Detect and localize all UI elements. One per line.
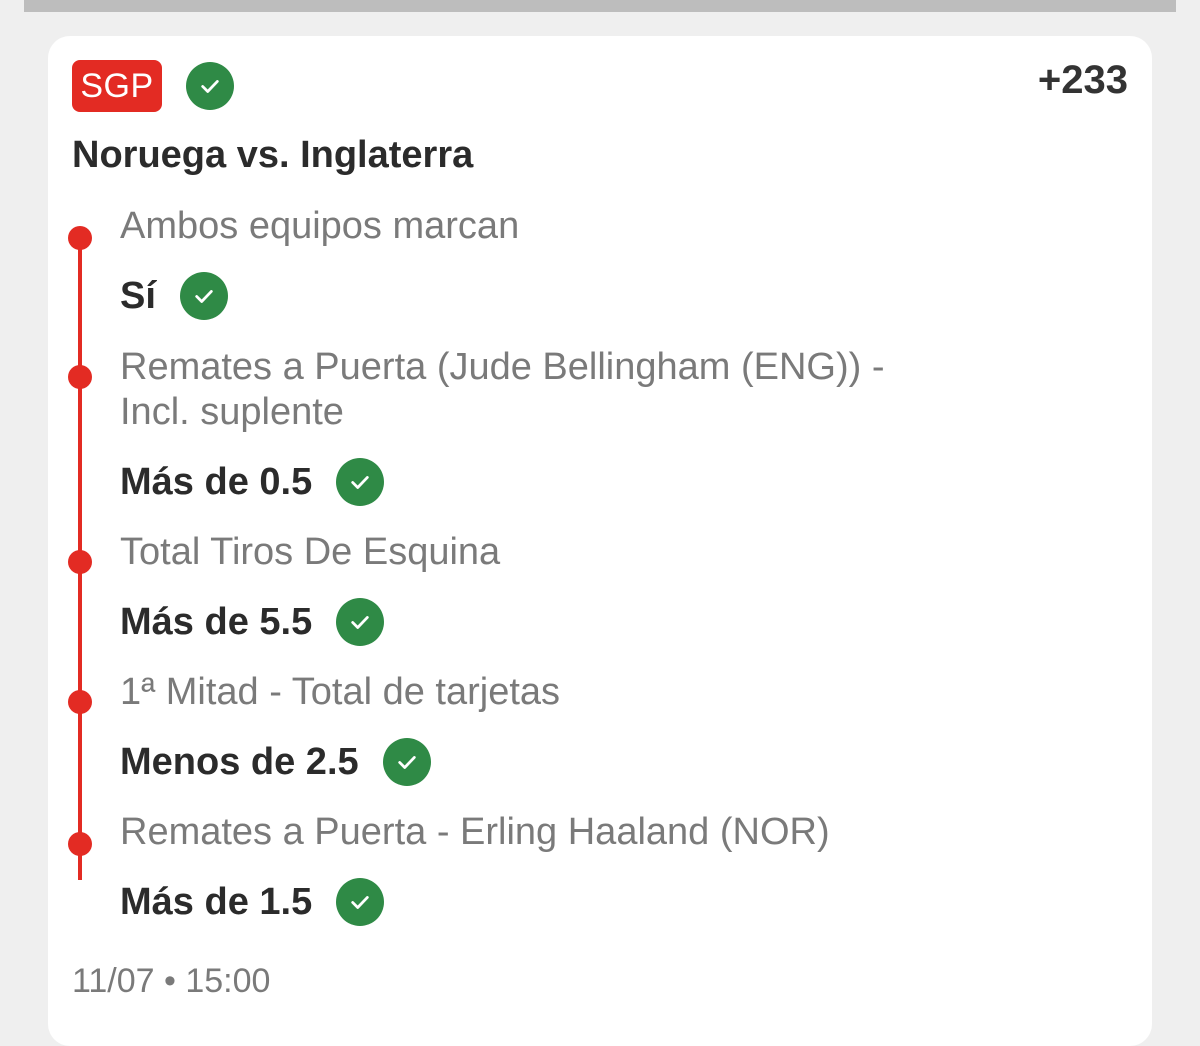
leg-selection-label: Más de 1.5 bbox=[120, 880, 313, 923]
leg-won-check-icon bbox=[382, 738, 431, 786]
leg-dot bbox=[68, 365, 92, 389]
leg-market-line: Remates a Puerta (Jude Bellingham (ENG))… bbox=[120, 346, 885, 388]
leg-selection-label: Más de 5.5 bbox=[120, 600, 313, 643]
leg-won-check-icon bbox=[179, 272, 228, 320]
leg-won-check-icon bbox=[336, 458, 385, 506]
leg-selection: Más de 0.5 bbox=[120, 458, 385, 506]
leg-dot bbox=[68, 550, 92, 574]
leg-won-check-icon bbox=[336, 598, 385, 646]
sgp-badge: SGP bbox=[72, 60, 162, 112]
leg-market-line: Incl. suplente bbox=[120, 391, 344, 433]
top-divider-bar bbox=[24, 0, 1176, 12]
leg-selection: Menos de 2.5 bbox=[120, 738, 431, 786]
leg-market: 1ª Mitad - Total de tarjetas bbox=[120, 671, 561, 713]
leg-selection: Más de 1.5 bbox=[120, 878, 385, 926]
bet-card[interactable]: SGP +233 Noruega vs. Inglaterra Ambos eq… bbox=[48, 36, 1152, 1046]
bet-odds: +233 bbox=[1037, 58, 1128, 102]
leg-selection-label: Sí bbox=[120, 274, 156, 317]
leg-dot bbox=[68, 690, 92, 714]
bet-won-check-icon bbox=[186, 62, 234, 110]
leg-selection-label: Más de 0.5 bbox=[120, 460, 313, 503]
leg-selection: Más de 5.5 bbox=[120, 598, 385, 646]
leg-market: Ambos equipos marcan bbox=[120, 205, 520, 247]
match-title: Noruega vs. Inglaterra bbox=[72, 134, 474, 176]
leg-won-check-icon bbox=[336, 878, 385, 926]
leg-market: Remates a Puerta (Jude Bellingham (ENG))… bbox=[120, 345, 885, 435]
leg-market: Total Tiros De Esquina bbox=[120, 531, 501, 573]
leg-selection-label: Menos de 2.5 bbox=[120, 740, 359, 783]
leg-market: Remates a Puerta - Erling Haaland (NOR) bbox=[120, 811, 830, 853]
leg-dot bbox=[68, 226, 92, 250]
leg-dot bbox=[68, 832, 92, 856]
bet-datetime: 11/07 • 15:00 bbox=[72, 962, 271, 1000]
leg-selection: Sí bbox=[120, 272, 228, 320]
